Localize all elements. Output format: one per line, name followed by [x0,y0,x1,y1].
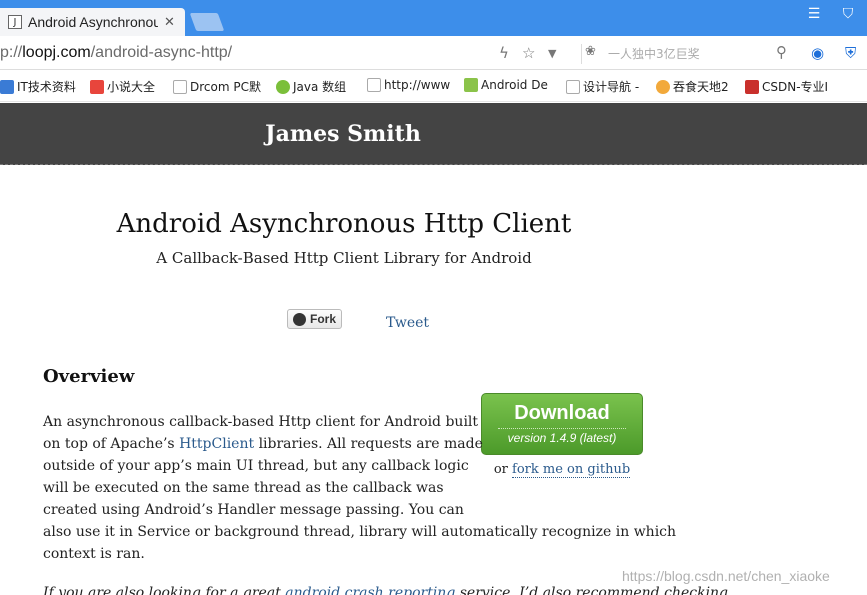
url-host: loopj.com [22,44,91,61]
overview-heading: Overview [43,366,135,387]
extension-search-icon[interactable]: ◉ [811,44,824,62]
paragraph-line: will be executed on the same thread as t… [43,480,444,496]
paragraph-line: An asynchronous callback-based Http clie… [43,414,479,430]
bookmark-label: 吞食天地2 [673,80,729,94]
paragraph-text: libraries. All requests are made [258,436,483,452]
shirt-icon[interactable]: ⛉ [840,6,856,22]
paragraph-text: on top of Apache’s [43,436,180,452]
bookmark-label: IT技术资料 [17,80,76,94]
url-scheme: p:// [0,44,23,61]
fork-label: Fork [309,312,336,326]
url-path: /android-async-http/ [90,44,233,61]
crash-reporting-link[interactable]: android crash reporting [285,585,455,595]
paragraph-line: also use it in Service or background thr… [43,524,677,540]
lightning-icon[interactable]: ϟ [499,44,509,62]
github-icon [292,312,306,326]
watermark: https://blog.csdn.net/chen_xiaoke [622,568,830,584]
new-tab-button[interactable] [189,13,225,31]
page-icon [367,78,381,92]
android-icon [464,78,478,92]
tab-favicon-icon: J [8,15,22,29]
paragraph-line: on top of Apache’s HttpClient libraries.… [43,433,643,455]
httpclient-link[interactable]: HttpClient [179,436,254,452]
bookmark-item[interactable]: IT技术资料 [0,78,76,95]
bookmark-label: Drcom PC默 [190,80,261,94]
bookmark-label: http://www [384,78,451,92]
site-name[interactable]: James Smith [0,121,686,147]
shield-icon[interactable]: ⛨ [845,44,856,62]
menu-icon[interactable]: ☰ [806,6,822,22]
page-subtitle: A Callback-Based Http Client Library for… [156,249,532,267]
page-icon [566,79,580,94]
bookmark-icon [276,79,290,94]
bookmark-icon [656,79,670,94]
bookmark-item[interactable]: Android De [464,78,548,92]
url-field[interactable]: p://loopj.com/android-async-http/ [0,44,232,62]
bookmark-icon [0,79,14,94]
star-icon[interactable]: ☆ [522,44,535,62]
bookmark-item[interactable]: 小说大全 [90,78,155,95]
bookmark-item[interactable]: Drcom PC默 [173,78,261,95]
tweet-link[interactable]: Tweet [386,315,429,331]
bookmark-label: 设计导航 - [583,80,640,94]
bookmark-label: CSDN-专业I [762,80,829,94]
paragraph-text: service, I’d also recommend checking [455,585,729,595]
bookmark-item[interactable]: 吞食天地2 [656,78,729,95]
search-input[interactable]: 一人独中3亿巨奖 [608,45,700,62]
paragraph-line: context is ran. [43,546,145,562]
csdn-icon [745,79,759,94]
bookmark-label: Java 数组 [293,80,347,94]
bookmark-item[interactable]: 设计导航 - [566,78,639,95]
bookmark-item[interactable]: http://www [367,78,450,92]
close-icon[interactable]: ✕ [164,15,175,30]
github-fork-button[interactable]: Fork [287,309,342,329]
tab-title: Android Asynchronous [28,14,158,30]
page-icon [173,79,187,94]
page-title: Android Asynchronous Http Client [116,209,572,239]
address-bar[interactable]: p://loopj.com/android-async-http/ ϟ ☆ ▼ … [0,36,867,70]
browser-tab[interactable]: J Android Asynchronous ✕ [0,8,185,36]
paragraph-text: If you are also looking for a great [43,585,286,595]
bookmark-item[interactable]: CSDN-专业I [745,78,828,95]
paragraph-line: created using Android’s Handler message … [43,502,464,518]
bookmark-icon [90,79,104,94]
chevron-down-icon[interactable]: ▼ [548,47,556,60]
paragraph-line: outside of your app’s main UI thread, bu… [43,458,469,474]
paw-icon: ❀ [585,44,596,59]
tab-bar: J Android Asynchronous ✕ ☰ ⛉ [0,0,867,36]
bookmark-label: 小说大全 [107,80,156,94]
bookmark-label: Android De [481,78,548,92]
overview-paragraph: An asynchronous callback-based Http clie… [43,411,677,565]
site-header: James Smith [0,103,867,165]
bookmarks-bar: IT技术资料 小说大全 Drcom PC默 Java 数组 http://www… [0,70,867,102]
search-icon[interactable]: ⚲ [776,43,787,61]
bookmark-item[interactable]: Java 数组 [276,78,346,95]
crash-reporting-paragraph: If you are also looking for a great andr… [43,585,728,595]
search-box[interactable]: ❀ 一人独中3亿巨奖 ⚲ [581,43,796,64]
